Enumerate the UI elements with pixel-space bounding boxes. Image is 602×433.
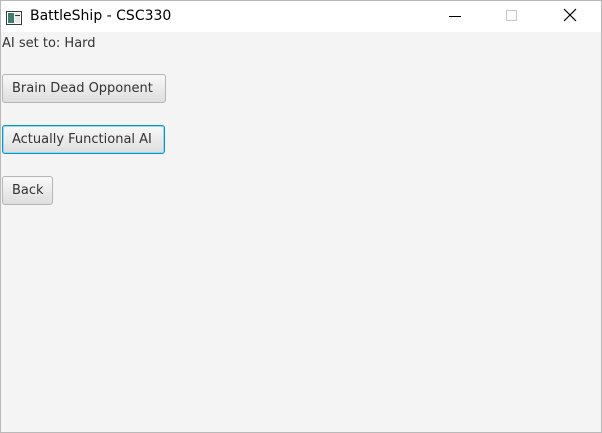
title-bar[interactable]: BattleShip - CSC330 xyxy=(1,1,601,32)
app-window-icon xyxy=(6,10,22,25)
close-icon xyxy=(563,7,577,26)
brain-dead-opponent-button[interactable]: Brain Dead Opponent xyxy=(2,74,166,103)
close-button[interactable] xyxy=(547,1,593,32)
main-content: AI set to: Hard Brain Dead Opponent Actu… xyxy=(1,32,601,432)
app-window: BattleShip - CSC330 AI set to: Hard Brai… xyxy=(0,0,602,433)
back-button[interactable]: Back xyxy=(2,176,53,205)
maximize-button xyxy=(489,1,535,32)
minimize-button[interactable] xyxy=(432,1,478,32)
ai-status-label: AI set to: Hard xyxy=(2,36,96,51)
minimize-icon xyxy=(449,7,461,26)
actually-functional-ai-button[interactable]: Actually Functional AI xyxy=(2,125,165,154)
window-title: BattleShip - CSC330 xyxy=(30,8,172,24)
maximize-icon xyxy=(506,7,518,26)
